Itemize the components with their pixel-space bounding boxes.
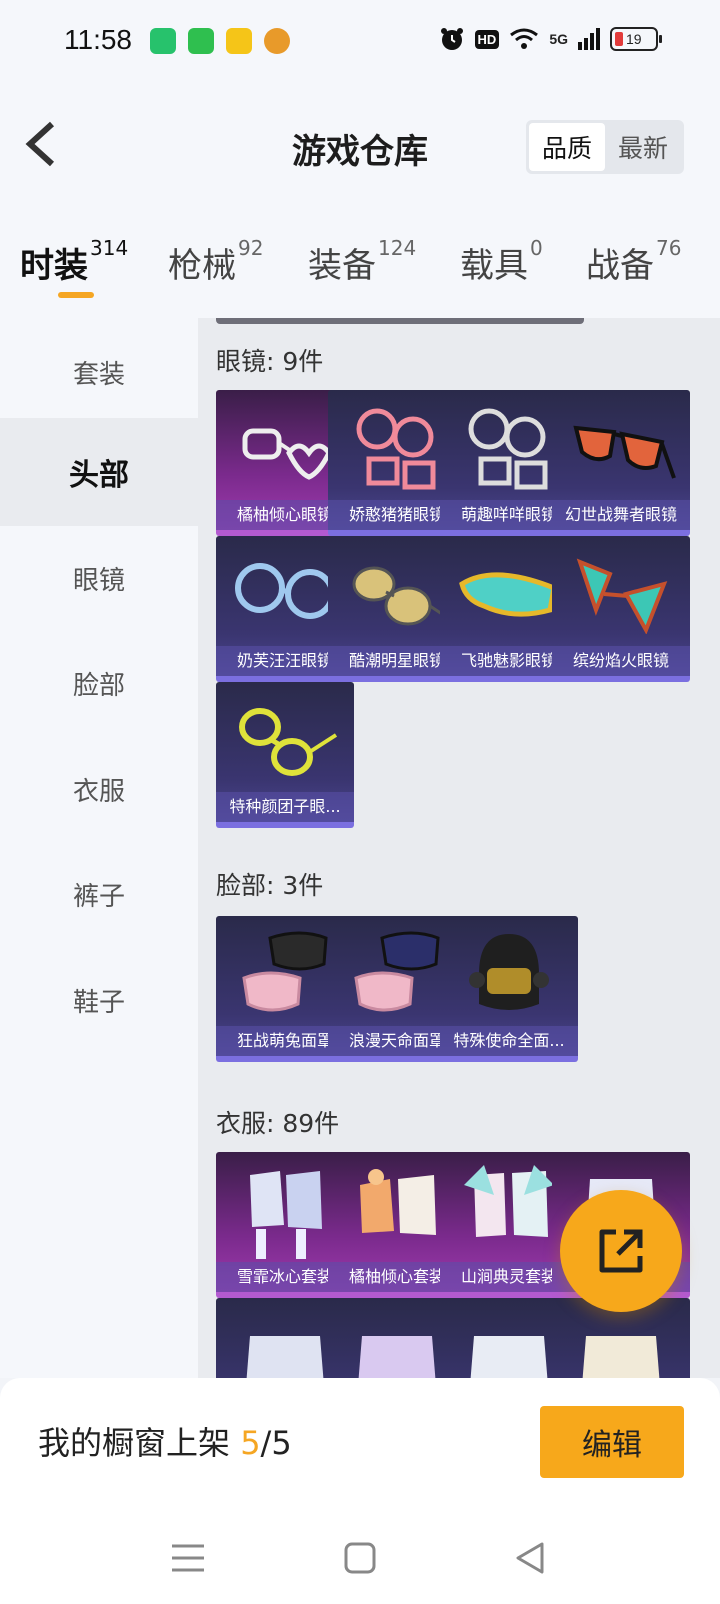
sidebar-item-suit[interactable]: 套装 (0, 318, 198, 426)
status-bar: 11:58 HD 5G 19 (0, 0, 720, 84)
sidebar-item-glasses[interactable]: 眼镜 (0, 524, 198, 632)
share-button[interactable] (560, 1190, 682, 1312)
item-name: 缤纷焰火眼镜 (552, 646, 690, 676)
showcase-bar: 我的橱窗上架 5/5 编辑 (0, 1378, 720, 1514)
status-time: 11:58 (64, 24, 132, 55)
tab-count: 76 (656, 236, 682, 260)
network-type: 5G (549, 31, 568, 47)
alarm-icon (440, 28, 463, 50)
showcase-prefix: 我的橱窗上架 (38, 1424, 241, 1462)
system-nav-bar (0, 1514, 720, 1604)
sidebar-item-shoes[interactable]: 鞋子 (0, 946, 198, 1054)
tab-supplies[interactable]: 战备 76 (586, 236, 682, 287)
edit-button[interactable]: 编辑 (540, 1406, 684, 1478)
active-tab-indicator (58, 292, 94, 298)
tab-count: 0 (530, 236, 543, 260)
showcase-total: /5 (260, 1424, 292, 1462)
hd-badge: HD (474, 29, 500, 49)
sidebar: 套装 头部 眼镜 脸部 衣服 裤子 鞋子 (0, 318, 198, 1378)
tab-guns[interactable]: 枪械 92 (168, 236, 264, 287)
glasses-image (552, 536, 690, 652)
tab-label: 时装 (20, 246, 88, 286)
wifi-icon (510, 28, 539, 49)
game-app-icon (226, 28, 252, 54)
tab-count: 124 (378, 236, 417, 260)
menu-icon[interactable] (166, 1536, 210, 1580)
back-nav-icon[interactable] (508, 1536, 552, 1580)
previous-section-edge (216, 318, 584, 324)
header: 游戏仓库 品质 最新 (0, 84, 720, 214)
item-name: 特殊使命全面... (440, 1026, 578, 1056)
tab-count: 314 (90, 236, 129, 260)
section-title-glasses: 眼镜: 9件 (216, 347, 324, 376)
item-card[interactable]: 缤纷焰火眼镜 (552, 536, 690, 682)
home-icon[interactable] (338, 1536, 382, 1580)
section-title-clothes: 衣服: 89件 (216, 1109, 340, 1138)
tab-vehicles[interactable]: 载具 0 (460, 236, 543, 287)
tab-label: 战备 (586, 246, 654, 286)
target-app-icon (264, 28, 290, 54)
sort-newest-button[interactable]: 最新 (605, 123, 681, 171)
item-card[interactable]: 特殊使命全面... (440, 916, 578, 1062)
glasses-image (216, 682, 354, 798)
showcase-current: 5 (240, 1424, 261, 1462)
item-card[interactable]: 特种颜团子眼... (216, 682, 354, 828)
glasses-image (552, 390, 690, 506)
battery-level: 19 (626, 31, 642, 47)
showcase-label: 我的橱窗上架 5/5 (38, 1418, 292, 1464)
sort-quality-button[interactable]: 品质 (529, 123, 605, 171)
sidebar-item-pants[interactable]: 裤子 (0, 840, 198, 948)
section-title-face: 脸部: 3件 (216, 871, 324, 900)
item-name: 特种颜团子眼... (216, 792, 354, 822)
sidebar-item-head[interactable]: 头部 (0, 418, 198, 526)
battery-app-icon (150, 28, 176, 54)
tab-fashion[interactable]: 时装 314 (20, 236, 129, 287)
sidebar-item-clothes[interactable]: 衣服 (0, 735, 198, 843)
tab-label: 枪械 (168, 246, 236, 286)
helmet-image (440, 916, 578, 1032)
sidebar-item-face[interactable]: 脸部 (0, 629, 198, 737)
tab-label: 载具 (460, 246, 528, 286)
tab-count: 92 (238, 236, 264, 260)
tab-label: 装备 (308, 246, 376, 286)
signal-icon (578, 28, 600, 50)
sort-toggle: 品质 最新 (526, 120, 684, 174)
category-tabs: 时装 314 枪械 92 装备 124 载具 0 战备 76 (0, 214, 720, 318)
external-link-icon (599, 1229, 643, 1273)
tab-equipment[interactable]: 装备 124 (308, 236, 417, 287)
item-card[interactable]: 幻世战舞者眼镜 (552, 390, 690, 536)
item-name: 幻世战舞者眼镜 (552, 500, 690, 530)
battery-icon: 19 (610, 27, 662, 51)
message-app-icon (188, 28, 214, 54)
